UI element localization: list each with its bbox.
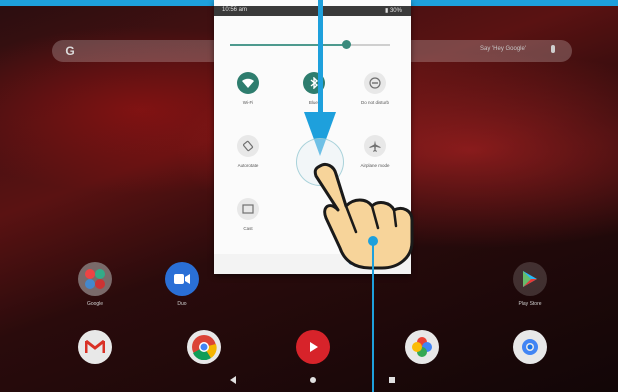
- tile-label-autorotate: Autorotate: [237, 163, 259, 168]
- camera-icon[interactable]: [513, 330, 547, 364]
- swipe-down-arrow-shaft: [318, 0, 323, 115]
- tile-label-bluetooth: Bluet: [308, 100, 320, 105]
- status-battery: ▮ 30%: [385, 8, 402, 14]
- play-store-icon[interactable]: [513, 262, 547, 296]
- gmail-icon[interactable]: [78, 330, 112, 364]
- tile-label-cast: Cast: [243, 226, 253, 231]
- status-time: 10:56 am: [222, 7, 248, 13]
- app-label-google: Google: [86, 301, 104, 307]
- google-folder-icon[interactable]: [78, 262, 112, 296]
- chrome-icon[interactable]: [187, 330, 221, 364]
- app-label-duo: Duo: [177, 301, 187, 307]
- pointer-line: [372, 240, 374, 392]
- nav-recents-button[interactable]: [389, 377, 395, 383]
- tile-label-dnd: Do not disturb: [360, 100, 389, 105]
- youtube-icon[interactable]: [296, 330, 330, 364]
- search-hint: Say 'Hey Google': [480, 46, 526, 52]
- google-logo: G: [65, 44, 75, 58]
- photos-icon[interactable]: [405, 330, 439, 364]
- airplane-icon[interactable]: [364, 135, 386, 157]
- dnd-icon[interactable]: [364, 72, 386, 94]
- nav-home-button[interactable]: [310, 377, 316, 383]
- nav-back-button[interactable]: [230, 376, 236, 384]
- duo-icon[interactable]: [165, 262, 199, 296]
- pointer-dot: [368, 236, 378, 246]
- autorotate-icon[interactable]: [237, 135, 259, 157]
- tile-label-wifi: Wi-Fi: [242, 100, 254, 105]
- wifi-icon[interactable]: [237, 72, 259, 94]
- app-label-play-store: Play Store: [518, 301, 542, 307]
- mic-icon[interactable]: [551, 45, 555, 53]
- cast-icon[interactable]: [237, 198, 259, 220]
- brightness-slider-fill: [230, 44, 347, 46]
